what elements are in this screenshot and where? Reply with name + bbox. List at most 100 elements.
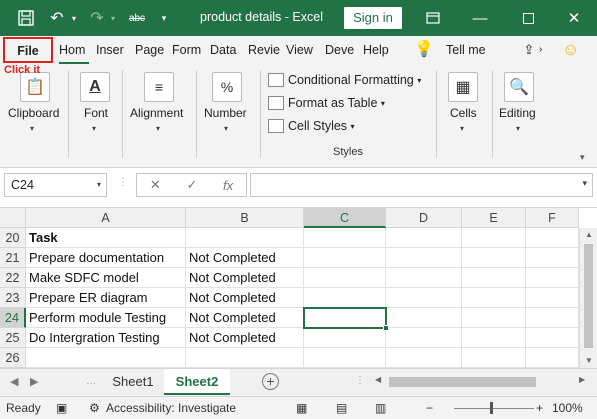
cell[interactable] [526, 248, 579, 268]
cell[interactable] [462, 228, 526, 248]
row-header[interactable]: 21 [0, 248, 26, 268]
sign-in-button[interactable]: Sign in [344, 7, 402, 29]
cell-b24[interactable]: Not Completed [186, 308, 304, 328]
page-layout-view-icon[interactable]: ▤ [336, 401, 347, 415]
worksheet-grid[interactable]: A B C D E F 20 Task 21 Prepare documenta… [0, 208, 597, 368]
tab-view[interactable]: View [286, 36, 316, 64]
cell[interactable] [386, 308, 462, 328]
font-group[interactable]: A Font ▾ [70, 64, 120, 168]
tab-home[interactable]: Hom [59, 36, 89, 64]
cell[interactable] [304, 348, 386, 368]
number-group[interactable]: % Number ▾ [200, 64, 256, 168]
undo-icon[interactable]: ↶ [46, 0, 68, 36]
horizontal-scrollbar[interactable]: ◀ ▶ [373, 375, 597, 389]
cell[interactable] [526, 228, 579, 248]
resize-handle-icon[interactable]: ⋮ [355, 375, 365, 386]
row-header[interactable]: 22 [0, 268, 26, 288]
cell-a20[interactable]: Task [26, 228, 186, 248]
cell[interactable] [304, 268, 386, 288]
drag-handle-icon[interactable]: ⋮ [118, 177, 128, 188]
column-header-a[interactable]: A [26, 208, 186, 228]
tab-help[interactable]: Help [363, 36, 393, 64]
add-sheet-button[interactable]: + [262, 373, 279, 390]
cell[interactable] [462, 328, 526, 348]
column-header-d[interactable]: D [386, 208, 462, 228]
save-icon[interactable] [14, 0, 38, 36]
name-box[interactable]: C24 ▾ [4, 173, 107, 197]
sheet-options-icon[interactable]: … [86, 376, 96, 387]
tell-me-search[interactable]: Tell me [446, 36, 496, 64]
scroll-up-icon[interactable]: ▲ [585, 230, 593, 239]
cell[interactable] [462, 288, 526, 308]
formula-input[interactable]: ▾ [250, 173, 593, 197]
sheet-tab-sheet2[interactable]: Sheet2 [164, 369, 230, 395]
strikethrough-format-icon[interactable]: abc [124, 0, 150, 36]
alignment-group[interactable]: ≡ Alignment ▾ [126, 64, 192, 168]
row-header[interactable]: 26 [0, 348, 26, 368]
maximize-icon[interactable] [505, 0, 551, 36]
tab-formulas[interactable]: Form [172, 36, 204, 64]
cancel-icon[interactable]: ✕ [150, 177, 161, 193]
cells-group[interactable]: ▦ Cells ▾ [440, 64, 488, 168]
cell[interactable] [304, 248, 386, 268]
cell-b25[interactable]: Not Completed [186, 328, 304, 348]
clipboard-group[interactable]: 📋 Clipboard ▾ [0, 64, 68, 168]
cell[interactable] [304, 288, 386, 308]
cell[interactable] [462, 248, 526, 268]
conditional-formatting-button[interactable]: Conditional Formatting ▾ [268, 70, 421, 90]
cell[interactable] [526, 308, 579, 328]
smiley-feedback-icon[interactable]: ☺ [562, 36, 586, 64]
ribbon-display-options-icon[interactable] [420, 0, 446, 36]
enter-icon[interactable]: ✓ [186, 177, 197, 193]
close-icon[interactable]: ✕ [551, 0, 597, 36]
tab-developer[interactable]: Deve [325, 36, 355, 64]
collapse-ribbon-icon[interactable]: ▾ [580, 152, 585, 163]
cell-styles-button[interactable]: Cell Styles ▾ [268, 116, 355, 136]
scrollbar-thumb[interactable] [389, 377, 536, 387]
share-icon[interactable]: ⇪ [519, 36, 539, 64]
row-header[interactable]: 24 [0, 308, 26, 328]
tab-review[interactable]: Revie [248, 36, 280, 64]
tab-file[interactable]: File [3, 37, 53, 63]
accessibility-icon[interactable]: ⚙ [89, 401, 100, 415]
prev-sheet-icon[interactable]: ◀ [10, 375, 18, 388]
active-cell-selection[interactable] [303, 307, 389, 331]
editing-group[interactable]: 🔍 Editing ▾ [496, 64, 546, 168]
tab-insert[interactable]: Inser [96, 36, 128, 64]
cell[interactable] [304, 228, 386, 248]
tab-page-layout[interactable]: Page [135, 36, 165, 64]
redo-icon[interactable]: ↷ [86, 0, 108, 36]
cell-a24[interactable]: Perform module Testing [26, 308, 186, 328]
minimize-icon[interactable]: — [457, 0, 503, 36]
undo-dropdown-icon[interactable]: ▾ [68, 0, 80, 36]
vertical-scrollbar[interactable]: ▲ ▼ [579, 228, 597, 368]
row-header[interactable]: 23 [0, 288, 26, 308]
scrollbar-thumb[interactable] [584, 244, 593, 348]
zoom-in-icon[interactable]: + [536, 401, 543, 415]
cell-b21[interactable]: Not Completed [186, 248, 304, 268]
normal-view-icon[interactable]: ▦ [296, 401, 307, 415]
cell[interactable] [526, 348, 579, 368]
select-all-button[interactable] [0, 208, 26, 228]
cell-a23[interactable]: Prepare ER diagram [26, 288, 186, 308]
cell-a25[interactable]: Do Intergration Testing [26, 328, 186, 348]
cell[interactable] [462, 348, 526, 368]
cell[interactable] [462, 308, 526, 328]
cell[interactable] [386, 348, 462, 368]
accessibility-status[interactable]: Accessibility: Investigate [106, 401, 236, 415]
cell[interactable] [386, 328, 462, 348]
macro-record-icon[interactable]: ▣ [56, 401, 67, 415]
fill-handle[interactable] [383, 325, 389, 331]
format-as-table-button[interactable]: Format as Table ▾ [268, 93, 385, 113]
column-header-c[interactable]: C [304, 208, 386, 228]
scroll-tabs-right-icon[interactable]: › [539, 36, 549, 64]
cell-a26[interactable] [26, 348, 186, 368]
row-header[interactable]: 25 [0, 328, 26, 348]
zoom-out-icon[interactable]: − [426, 401, 433, 415]
cell-b20[interactable] [186, 228, 304, 248]
lightbulb-icon[interactable]: 💡 [414, 36, 434, 64]
cell-b26[interactable] [186, 348, 304, 368]
cell-a22[interactable]: Make SDFC model [26, 268, 186, 288]
cell[interactable] [526, 328, 579, 348]
column-header-e[interactable]: E [462, 208, 526, 228]
